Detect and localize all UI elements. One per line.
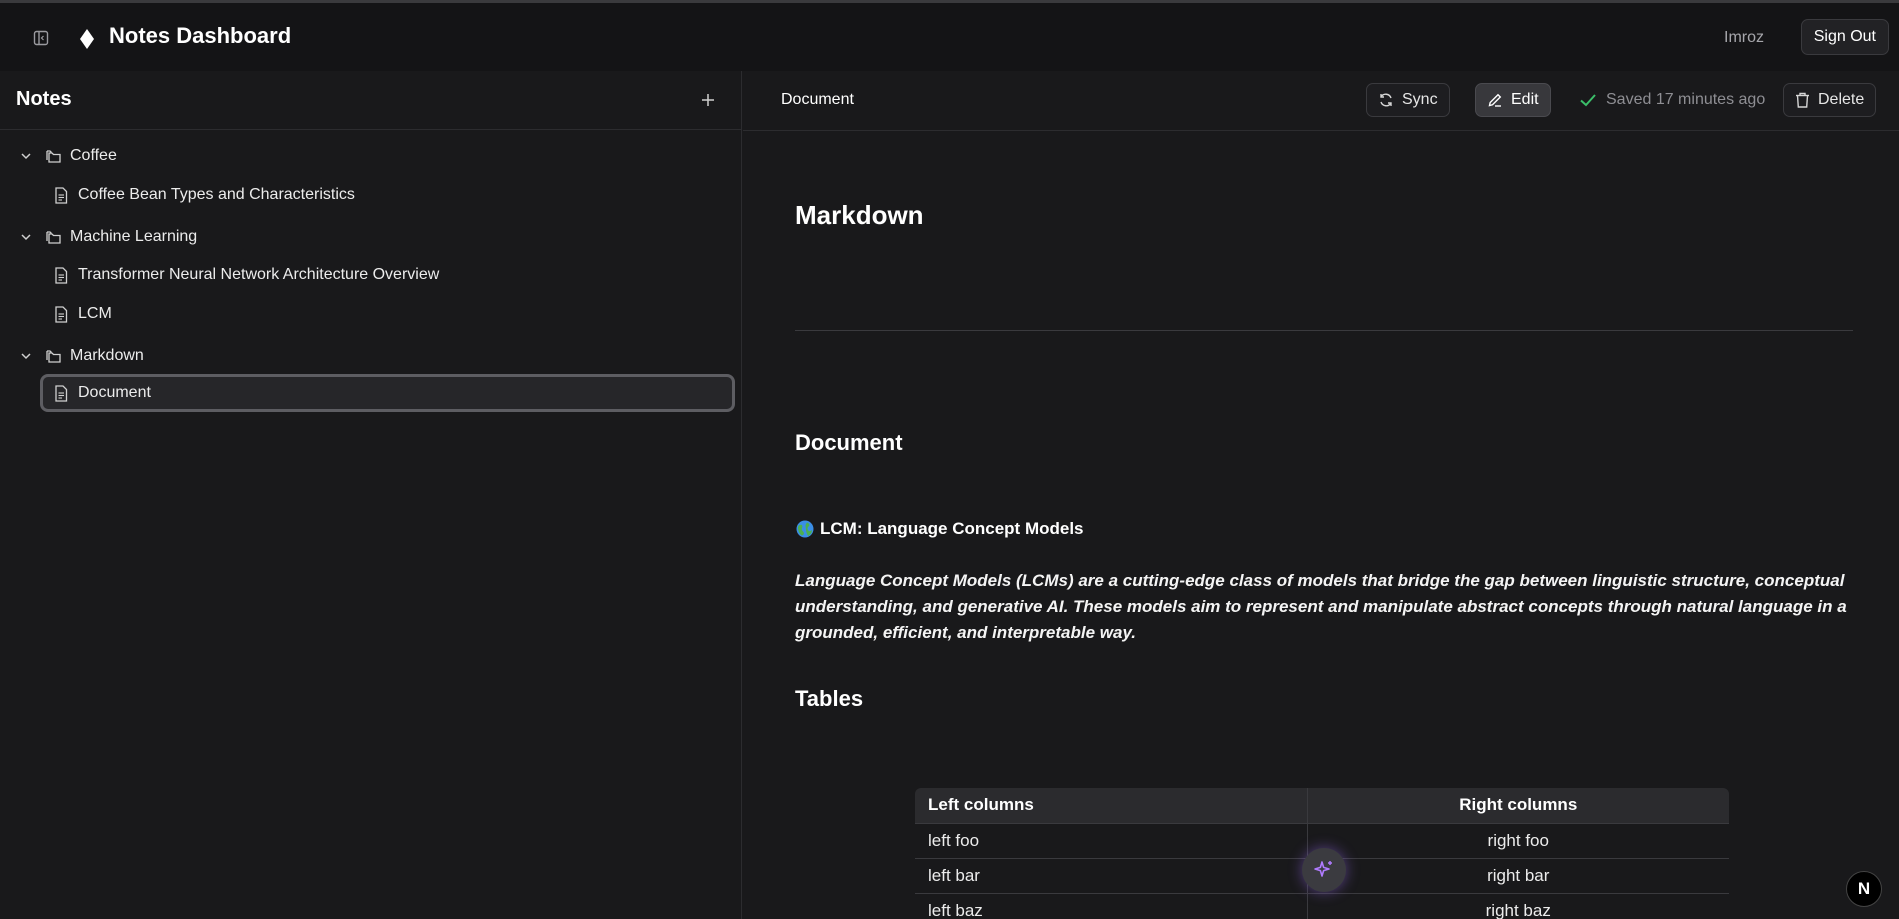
chevron-down-icon[interactable]: [14, 144, 38, 168]
notes-sidebar: Notes Coffee Coffee Bean Types and Chara…: [0, 71, 742, 919]
folder-coffee[interactable]: Coffee: [14, 140, 117, 172]
chevron-down-icon[interactable]: [14, 344, 38, 368]
app-title: Notes Dashboard: [109, 23, 292, 48]
note-label: Document: [78, 384, 151, 401]
pencil-icon: [1488, 93, 1502, 107]
username: Imroz: [1724, 29, 1764, 46]
table-cell: left foo: [915, 823, 1308, 859]
sidebar-header: Notes: [0, 71, 741, 130]
table-header-row: Left columns Right columns: [915, 788, 1729, 824]
note-item[interactable]: Transformer Neural Network Architecture …: [40, 256, 735, 294]
delete-button[interactable]: Delete: [1783, 83, 1877, 117]
table-cell: left bar: [915, 858, 1308, 894]
sidebar-toggle-icon[interactable]: [31, 28, 51, 48]
note-label: Coffee Bean Types and Characteristics: [78, 186, 355, 203]
document-icon: [52, 265, 70, 285]
sign-out-button[interactable]: Sign Out: [1800, 19, 1889, 55]
folder-icon: [44, 227, 64, 247]
lcm-title-text: LCM: Language Concept Models: [820, 519, 1084, 538]
next-dev-badge[interactable]: N: [1846, 871, 1882, 907]
add-note-button[interactable]: [698, 88, 718, 112]
table-cell: left baz: [915, 893, 1308, 919]
edit-label: Edit: [1511, 91, 1539, 108]
table-cell: right bar: [1307, 858, 1729, 894]
sparkles-icon: [1314, 861, 1332, 877]
chevron-down-icon[interactable]: [14, 225, 38, 249]
folder-markdown[interactable]: Markdown: [14, 340, 144, 372]
refresh-icon: [1380, 93, 1392, 107]
table-cell: right baz: [1307, 893, 1729, 919]
document-icon: [52, 304, 70, 324]
tables-heading: Tables: [795, 686, 864, 711]
folder-label: Coffee: [70, 147, 117, 164]
globe-icon: [796, 520, 814, 538]
note-item-active[interactable]: Document: [40, 374, 735, 412]
table-row: left baz right baz: [915, 893, 1729, 919]
lcm-paragraph: Language Concept Models (LCMs) are a cut…: [795, 571, 1847, 642]
document-icon: [52, 383, 70, 403]
folder-icon: [44, 146, 64, 166]
note-item[interactable]: LCM: [40, 295, 735, 333]
ai-assistant-button[interactable]: [1302, 848, 1346, 892]
note-label: LCM: [78, 305, 112, 322]
sync-button[interactable]: Sync: [1366, 83, 1450, 117]
trash-icon: [1796, 92, 1809, 108]
table-cell: right foo: [1307, 823, 1729, 859]
folder-label: Machine Learning: [70, 228, 198, 245]
document-toolbar: Document Sync Edit Saved 17 minutes ago …: [743, 71, 1899, 131]
sidebar-title: Notes: [16, 88, 72, 110]
document-icon: [52, 185, 70, 205]
note-label: Transformer Neural Network Architecture …: [78, 266, 440, 283]
document-content: Markdown Document LCM: Language Concept …: [743, 132, 1899, 919]
check-icon: [1580, 94, 1596, 107]
note-item[interactable]: Coffee Bean Types and Characteristics: [40, 176, 735, 214]
delete-label: Delete: [1818, 91, 1865, 108]
horizontal-rule: [795, 330, 1853, 331]
app-header: Notes Dashboard Imroz Sign Out: [0, 3, 1899, 71]
sync-label: Sync: [1402, 91, 1438, 108]
folder-icon: [44, 346, 64, 366]
table-header-cell: Right columns: [1307, 788, 1729, 824]
document-breadcrumb: Document: [781, 91, 854, 108]
diamond-logo-icon: [78, 27, 96, 51]
folder-machine-learning[interactable]: Machine Learning: [14, 221, 197, 253]
lcm-title: LCM: Language Concept Models: [795, 519, 1084, 539]
document-pane: Document Sync Edit Saved 17 minutes ago …: [743, 71, 1899, 919]
heading-2: Document: [795, 430, 903, 455]
folder-label: Markdown: [70, 347, 144, 364]
plus-icon: [702, 94, 714, 106]
heading-1: Markdown: [795, 200, 924, 230]
save-status: Saved 17 minutes ago: [1579, 91, 1765, 109]
edit-button[interactable]: Edit: [1475, 83, 1551, 117]
saved-text: Saved 17 minutes ago: [1606, 91, 1766, 108]
table-header-cell: Left columns: [915, 788, 1308, 824]
